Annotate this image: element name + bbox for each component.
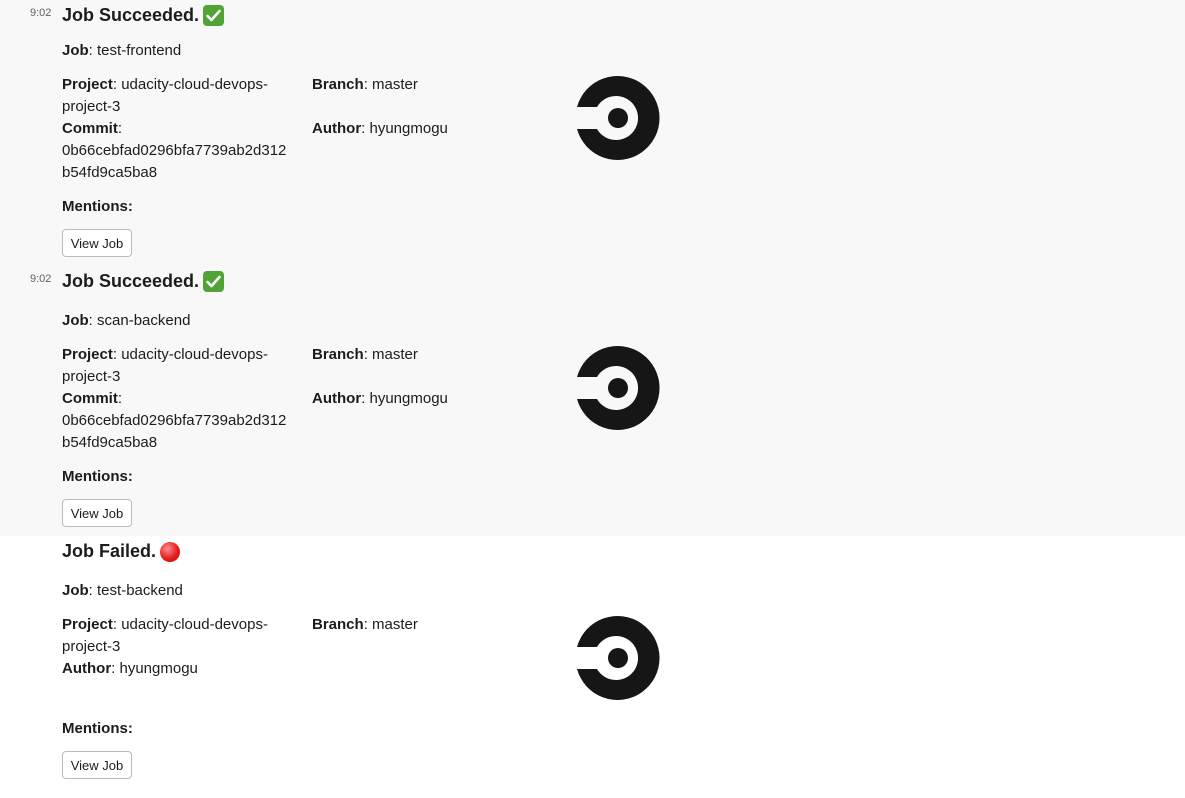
job-field: Job: test-frontend — [62, 42, 182, 59]
view-job-button[interactable]: View Job — [62, 229, 132, 257]
circleci-logo-icon — [577, 616, 660, 700]
author-field: Author: hyungmogu — [312, 390, 448, 407]
commit-field: Commit: 0b66cebfad0296bfa7739ab2d312 b54… — [62, 390, 287, 451]
mentions-field: Mentions: — [62, 198, 133, 215]
commit-value-cont: b54fd9ca5ba8 — [62, 434, 158, 451]
project-field: Project: udacity-cloud-devops- project-3 — [62, 76, 268, 115]
view-job-button[interactable]: View Job — [62, 499, 132, 527]
title-text: Job Succeeded. — [62, 271, 200, 291]
commit-value-cont: b54fd9ca5ba8 — [62, 164, 158, 181]
project-value-cont: project-3 — [62, 368, 121, 385]
job-field: Job: scan-backend — [62, 312, 191, 329]
message-title: Job Succeeded. — [62, 271, 225, 292]
message-job-succeeded-1: 9:02 Job Succeeded. Job: test-frontend P… — [0, 0, 1185, 266]
project-value-cont: project-3 — [62, 638, 121, 655]
circleci-logo-icon — [577, 76, 660, 160]
author-field: Author: hyungmogu — [312, 120, 448, 137]
title-text: Job Succeeded. — [62, 5, 200, 25]
message-title: Job Failed. — [62, 541, 181, 562]
mentions-field: Mentions: — [62, 468, 133, 485]
branch-field: Branch: master — [312, 76, 418, 93]
message-timestamp[interactable]: 9:02 — [30, 273, 51, 285]
author-value: hyungmogu — [119, 660, 198, 677]
project-field: Project: udacity-cloud-devops- project-3 — [62, 346, 268, 385]
message-job-failed: Job Failed. Job: test-backend Project: u… — [0, 536, 1185, 798]
branch-value: master — [372, 616, 418, 633]
author-value: hyungmogu — [369, 120, 448, 137]
branch-value: master — [372, 346, 418, 363]
red-circle-icon — [160, 541, 181, 562]
job-value: test-frontend — [97, 42, 182, 59]
job-field: Job: test-backend — [62, 582, 183, 599]
circleci-logo-icon — [577, 346, 660, 430]
branch-field: Branch: master — [312, 616, 418, 633]
project-value-cont: project-3 — [62, 98, 121, 115]
branch-value: master — [372, 76, 418, 93]
message-title: Job Succeeded. — [62, 5, 225, 26]
project-value: udacity-cloud-devops- — [121, 76, 268, 93]
mentions-field: Mentions: — [62, 720, 133, 737]
message-job-succeeded-2: 9:02 Job Succeeded. Job: scan-backend Pr… — [0, 266, 1185, 536]
check-mark-icon — [203, 271, 225, 292]
commit-field: Commit: 0b66cebfad0296bfa7739ab2d312 b54… — [62, 120, 287, 181]
branch-field: Branch: master — [312, 346, 418, 363]
author-field: Author: hyungmogu — [62, 660, 198, 677]
title-text: Job Failed. — [62, 541, 157, 561]
project-value: udacity-cloud-devops- — [121, 346, 268, 363]
job-value: scan-backend — [97, 312, 191, 329]
project-field: Project: udacity-cloud-devops- project-3 — [62, 616, 268, 655]
commit-value: 0b66cebfad0296bfa7739ab2d312 — [62, 412, 287, 429]
check-mark-icon — [203, 5, 225, 26]
view-job-button[interactable]: View Job — [62, 751, 132, 779]
job-value: test-backend — [97, 582, 183, 599]
project-value: udacity-cloud-devops- — [121, 616, 268, 633]
message-timestamp[interactable]: 9:02 — [30, 7, 51, 19]
commit-value: 0b66cebfad0296bfa7739ab2d312 — [62, 142, 287, 159]
author-value: hyungmogu — [369, 390, 448, 407]
